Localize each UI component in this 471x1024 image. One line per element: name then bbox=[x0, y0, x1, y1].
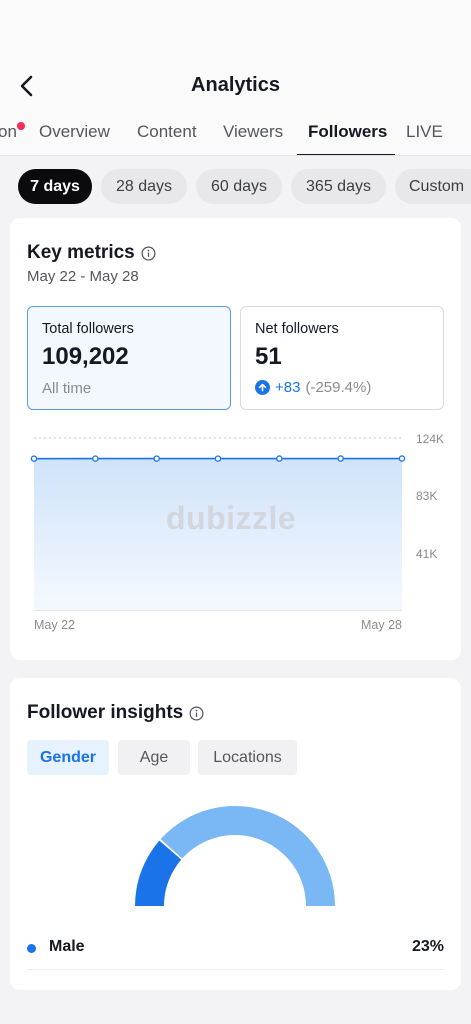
data-point bbox=[398, 455, 406, 462]
tab-gender[interactable]: Gender bbox=[27, 740, 109, 775]
male-legend-value: 23% bbox=[411, 938, 444, 955]
key-metrics-heading: Key metrics bbox=[27, 242, 156, 264]
total-followers-card[interactable]: Total followers 109,202 All time bbox=[27, 306, 231, 410]
chip-custom[interactable]: Custom bbox=[395, 169, 471, 204]
total-followers-label: Total followers bbox=[42, 321, 134, 337]
y-tick-label: 83K bbox=[416, 489, 437, 503]
net-followers-label: Net followers bbox=[255, 321, 339, 337]
chip-7-days[interactable]: 7 days bbox=[18, 169, 92, 204]
chip-365-days[interactable]: 365 days bbox=[291, 169, 386, 204]
arrow-up-icon bbox=[255, 380, 270, 395]
y-tick-label: 41K bbox=[416, 547, 437, 561]
notification-dot bbox=[17, 122, 25, 130]
chip-60-days[interactable]: 60 days bbox=[196, 169, 282, 204]
tab-on[interactable]: on bbox=[0, 122, 17, 155]
tab-followers[interactable]: Followers bbox=[308, 122, 387, 155]
data-point bbox=[214, 455, 222, 462]
total-followers-value: 109,202 bbox=[42, 343, 129, 370]
top-bar: Analytics bbox=[0, 0, 471, 112]
legend-row-male: Male 23% bbox=[27, 936, 444, 970]
net-change-percent: (-259.4%) bbox=[305, 379, 372, 396]
analytics-tabs: on Overview Content Viewers Followers LIVE bbox=[0, 112, 471, 156]
data-point bbox=[30, 455, 38, 462]
data-point bbox=[153, 455, 160, 462]
gender-donut-chart bbox=[135, 806, 335, 906]
y-tick-label: 124K bbox=[416, 432, 444, 446]
key-metrics-card: Key metrics May 22 - May 28 Total follow… bbox=[10, 218, 461, 660]
donut-segment bbox=[160, 806, 335, 906]
key-metrics-title: Key metrics bbox=[27, 242, 135, 263]
date-range-chips: 7 days 28 days 60 days 365 days Custom bbox=[0, 156, 471, 218]
net-followers-card[interactable]: Net followers 51 +83 (-259.4%) bbox=[240, 306, 444, 410]
net-change-value: +83 bbox=[275, 379, 301, 396]
watermark-logo: dubizzle bbox=[166, 500, 297, 536]
info-icon[interactable] bbox=[141, 246, 156, 261]
male-legend-label: Male bbox=[49, 938, 85, 955]
male-legend-dot bbox=[27, 944, 36, 953]
total-followers-sub: All time bbox=[42, 380, 92, 397]
tab-locations[interactable]: Locations bbox=[198, 740, 297, 775]
date-range-label: May 22 - May 28 bbox=[27, 268, 139, 285]
x-tick-label: May 28 bbox=[361, 618, 402, 632]
net-followers-change: +83 (-259.4%) bbox=[255, 379, 371, 396]
tab-live[interactable]: LIVE bbox=[406, 122, 443, 155]
info-icon[interactable] bbox=[189, 706, 204, 721]
net-followers-value: 51 bbox=[255, 343, 282, 370]
data-point bbox=[337, 455, 344, 462]
data-point bbox=[276, 455, 283, 462]
data-point bbox=[92, 455, 99, 462]
chip-28-days[interactable]: 28 days bbox=[101, 169, 187, 204]
tab-overview[interactable]: Overview bbox=[39, 122, 110, 155]
tab-viewers[interactable]: Viewers bbox=[223, 122, 283, 155]
page-title: Analytics bbox=[191, 74, 280, 96]
follower-insights-card: Follower insights Gender Age Locations M… bbox=[10, 678, 461, 990]
insights-title: Follower insights bbox=[27, 702, 184, 723]
tab-age[interactable]: Age bbox=[118, 740, 190, 775]
insights-heading: Follower insights bbox=[27, 702, 204, 724]
tab-content[interactable]: Content bbox=[137, 122, 197, 155]
x-tick-label: May 22 bbox=[34, 618, 75, 632]
